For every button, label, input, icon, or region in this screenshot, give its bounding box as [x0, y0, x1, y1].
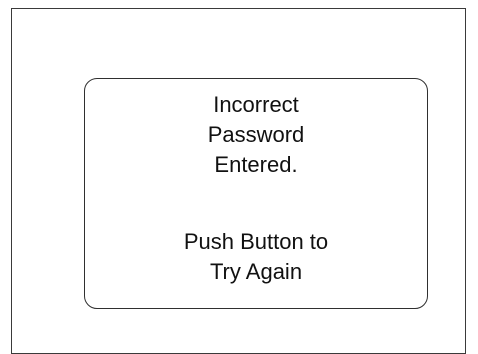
error-message: Incorrect Password Entered. — [85, 90, 427, 180]
retry-instruction: Push Button to Try Again — [85, 227, 427, 287]
error-message-line-2: Password — [207, 122, 305, 147]
retry-instruction-line-2: Try Again — [209, 259, 303, 284]
error-dialog: Incorrect Password Entered. Push Button … — [84, 78, 428, 309]
display-screen: Incorrect Password Entered. Push Button … — [11, 8, 466, 354]
retry-instruction-line-1: Push Button to — [183, 229, 329, 254]
error-message-line-3: Entered. — [214, 152, 298, 177]
error-message-line-1: Incorrect — [213, 92, 299, 117]
